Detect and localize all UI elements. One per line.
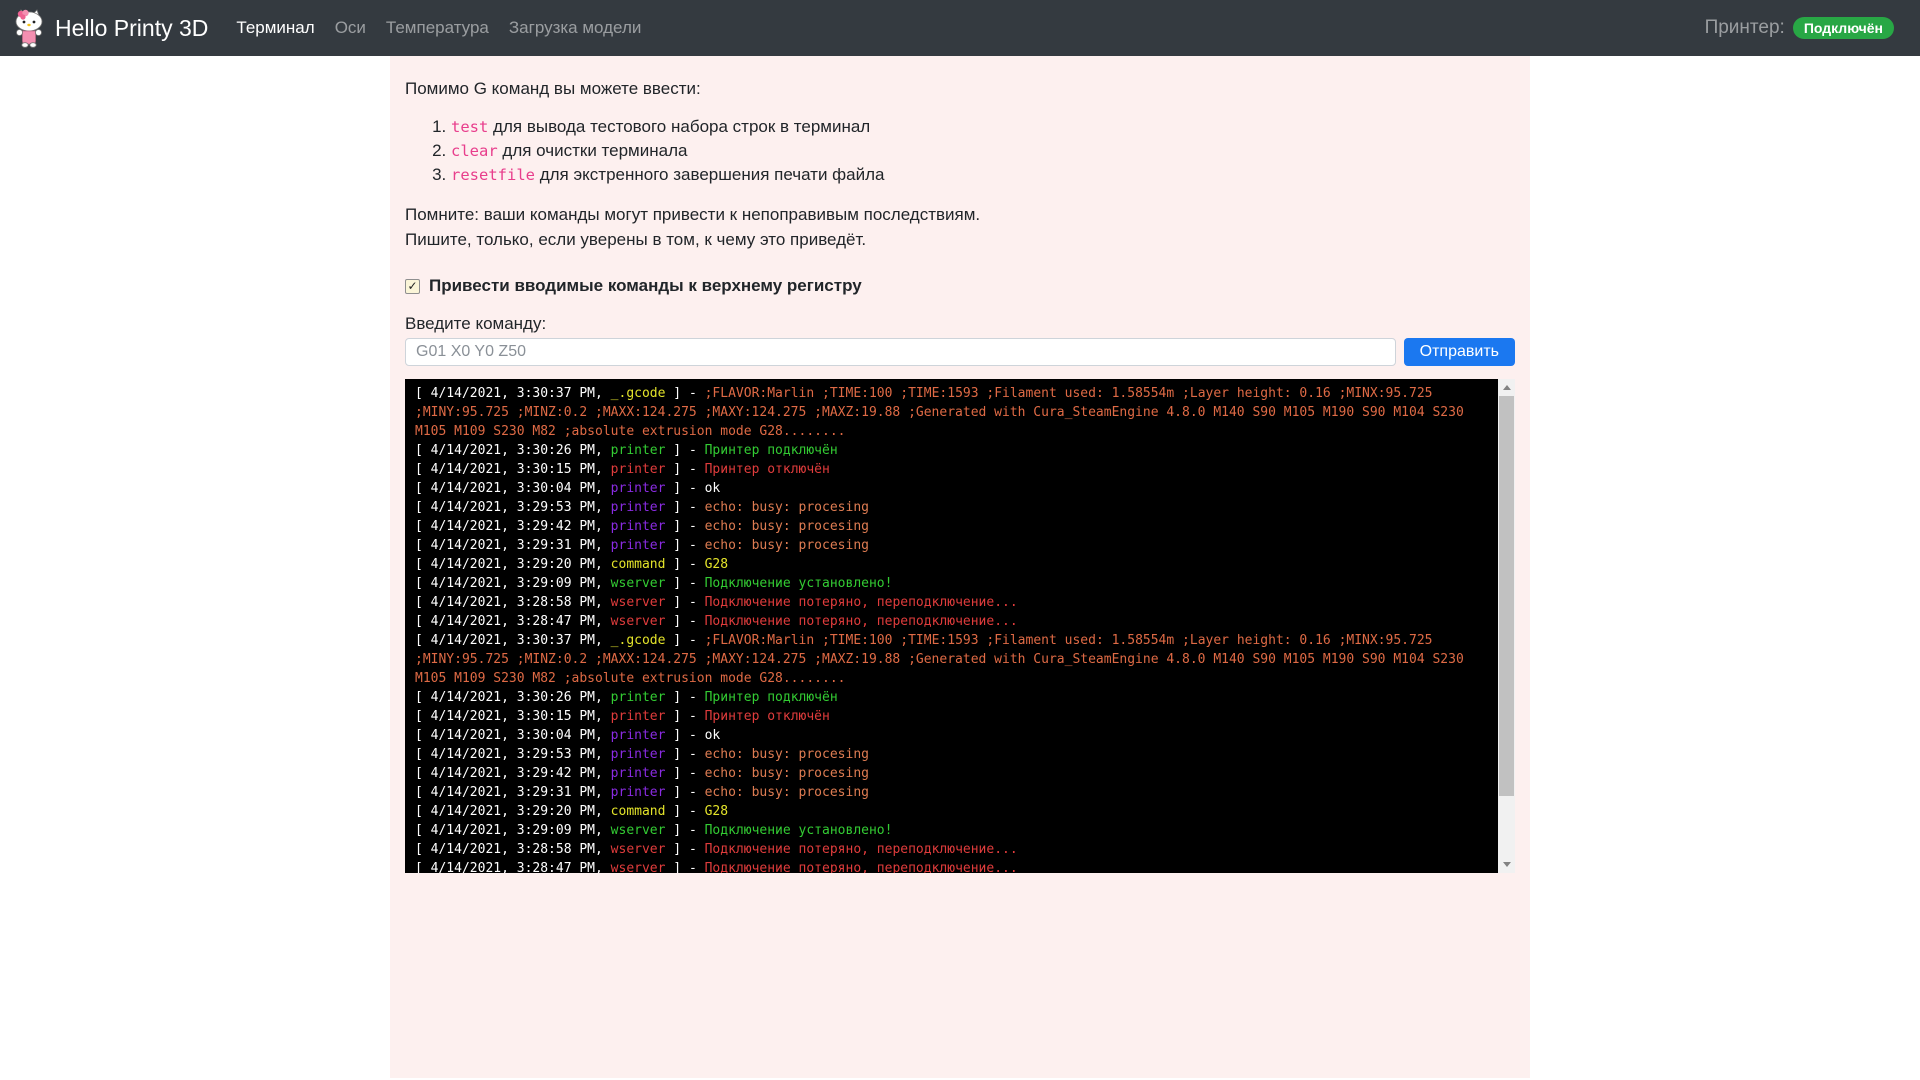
terminal-line: [ 4/14/2021, 3:29:42 PM, printer ] - ech… [415, 764, 1488, 783]
terminal-log[interactable]: [ 4/14/2021, 3:30:37 PM, _.gcode ] - ;FL… [405, 379, 1498, 873]
nav-item-link[interactable]: Загрузка модели [499, 10, 651, 46]
terminal-line: [ 4/14/2021, 3:28:47 PM, wserver ] - Под… [415, 612, 1488, 631]
terminal-line: [ 4/14/2021, 3:29:09 PM, wserver ] - Под… [415, 574, 1488, 593]
nav-links: ТерминалОсиТемператураЗагрузка модели [226, 10, 651, 46]
terminal: [ 4/14/2021, 3:30:37 PM, _.gcode ] - ;FL… [405, 379, 1515, 873]
terminal-line: [ 4/14/2021, 3:28:58 PM, wserver ] - Под… [415, 840, 1488, 859]
terminal-line: [ 4/14/2021, 3:30:37 PM, _.gcode ] - ;FL… [415, 631, 1488, 688]
printer-status: Принтер: Подключён [1705, 17, 1894, 39]
terminal-line: [ 4/14/2021, 3:30:26 PM, printer ] - При… [415, 441, 1488, 460]
terminal-line: [ 4/14/2021, 3:29:53 PM, printer ] - ech… [415, 745, 1488, 764]
terminal-line: [ 4/14/2021, 3:30:15 PM, printer ] - При… [415, 460, 1488, 479]
brand-title: Hello Printy 3D [55, 15, 208, 42]
command-input-label: Введите команду: [405, 314, 1515, 334]
terminal-line: [ 4/14/2021, 3:29:09 PM, wserver ] - Под… [415, 821, 1488, 840]
command-list: test для вывода тестового набора строк в… [405, 115, 1515, 187]
terminal-line: [ 4/14/2021, 3:29:20 PM, command ] - G28 [415, 802, 1488, 821]
terminal-line: [ 4/14/2021, 3:30:04 PM, printer ] - ok [415, 726, 1488, 745]
warning-line-2: Пишите, только, если уверены в том, к че… [405, 228, 1515, 253]
warning-line-1: Помните: ваши команды могут привести к н… [405, 203, 1515, 228]
scrollbar-up-icon[interactable] [1498, 379, 1515, 396]
terminal-line: [ 4/14/2021, 3:29:53 PM, printer ] - ech… [415, 498, 1488, 517]
terminal-line: [ 4/14/2021, 3:28:47 PM, wserver ] - Под… [415, 859, 1488, 873]
command-form: Отправить [405, 338, 1515, 366]
terminal-line: [ 4/14/2021, 3:30:37 PM, _.gcode ] - ;FL… [415, 384, 1488, 441]
scrollbar-down-icon[interactable] [1498, 856, 1515, 873]
printer-status-label: Принтер: [1705, 17, 1785, 39]
command-list-item: clear для очистки терминала [451, 139, 1515, 163]
terminal-line: [ 4/14/2021, 3:30:15 PM, printer ] - При… [415, 707, 1488, 726]
terminal-line: [ 4/14/2021, 3:30:04 PM, printer ] - ok [415, 479, 1488, 498]
nav-item-link[interactable]: Температура [376, 10, 499, 46]
brand-link[interactable]: Hello Printy 3D [12, 8, 208, 48]
terminal-line: [ 4/14/2021, 3:29:31 PM, printer ] - ech… [415, 783, 1488, 802]
terminal-line: [ 4/14/2021, 3:28:58 PM, wserver ] - Под… [415, 593, 1488, 612]
navbar: Hello Printy 3D ТерминалОсиТемператураЗа… [0, 0, 1920, 56]
content-panel: Помимо G команд вы можете ввести: test д… [390, 56, 1530, 1078]
command-list-item: resetfile для экстренного завершения печ… [451, 163, 1515, 187]
terminal-line: [ 4/14/2021, 3:29:20 PM, command ] - G28 [415, 555, 1488, 574]
terminal-line: [ 4/14/2021, 3:29:42 PM, printer ] - ech… [415, 517, 1488, 536]
nav-item-link[interactable]: Оси [325, 10, 376, 46]
command-list-item: test для вывода тестового набора строк в… [451, 115, 1515, 139]
terminal-line: [ 4/14/2021, 3:30:26 PM, printer ] - При… [415, 688, 1488, 707]
send-button[interactable]: Отправить [1404, 338, 1515, 366]
hello-kitty-icon [12, 8, 46, 48]
printer-status-badge: Подключён [1793, 17, 1894, 39]
scrollbar-thumb[interactable] [1499, 396, 1514, 796]
command-input[interactable] [405, 338, 1396, 366]
uppercase-checkbox-label[interactable]: Привести вводимые команды к верхнему рег… [429, 276, 862, 296]
uppercase-checkbox[interactable]: ✓ [405, 279, 420, 294]
terminal-scrollbar[interactable] [1498, 379, 1515, 873]
terminal-line: [ 4/14/2021, 3:29:31 PM, printer ] - ech… [415, 536, 1488, 555]
nav-item-active[interactable]: Терминал [226, 10, 324, 46]
uppercase-checkbox-row: ✓ Привести вводимые команды к верхнему р… [405, 276, 1515, 296]
intro-text: Помимо G команд вы можете ввести: [405, 78, 1515, 99]
